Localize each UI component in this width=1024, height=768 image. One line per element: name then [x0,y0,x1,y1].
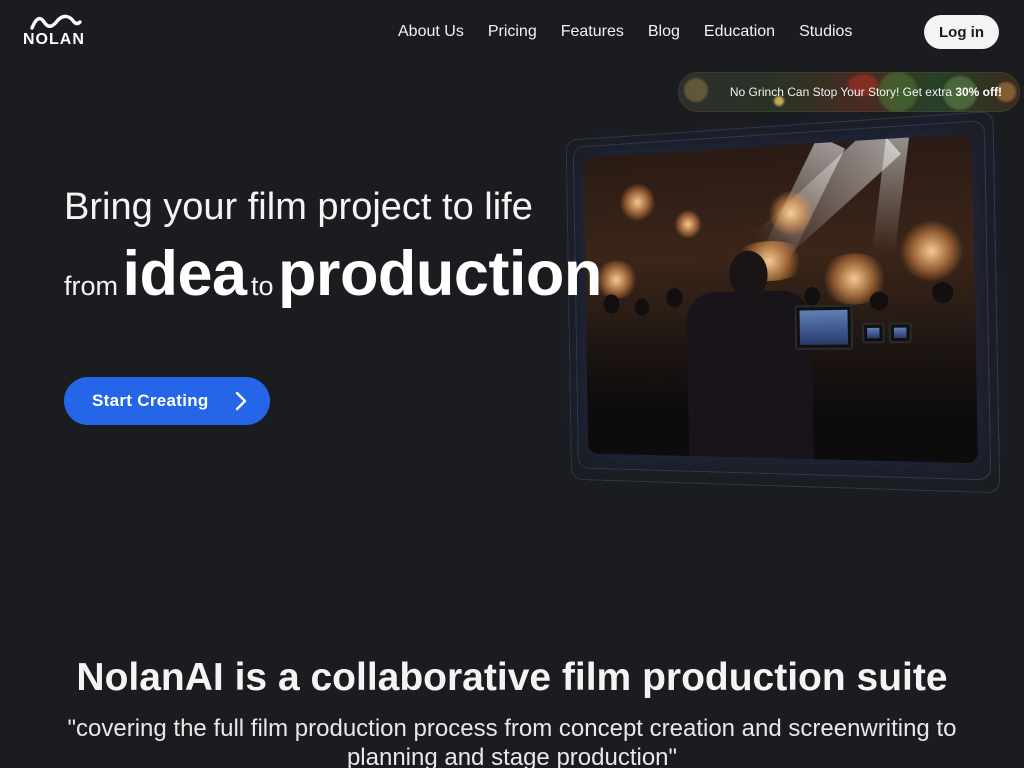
section-subtitle: "covering the full film production proce… [67,715,957,768]
monitor-screen [867,327,880,339]
crowd-head [869,291,889,311]
tagline-production: production [277,239,602,309]
hero-image-frame [548,110,1001,494]
login-button[interactable]: Log in [924,15,999,49]
nolan-logo[interactable]: NOLAN [22,14,92,50]
chevron-right-icon [235,391,247,411]
monitor-screen [893,327,907,339]
promo-text: No Grinch Can Stop Your Story! Get extra… [729,85,1002,99]
crowd-head [666,287,683,308]
promo-bokeh [684,78,708,102]
nav-blog[interactable]: Blog [648,21,680,43]
hero-image [583,133,979,464]
chandelier-light [673,209,703,240]
tagline-from: from [64,271,118,301]
wave-logo-icon [30,14,82,30]
nav-education[interactable]: Education [704,21,775,43]
nav-pricing[interactable]: Pricing [488,21,537,43]
monitor-screen [799,309,849,345]
promo-banner[interactable]: No Grinch Can Stop Your Story! Get extra… [678,72,1020,112]
video-monitor [888,322,912,344]
crowd-head [931,281,954,304]
start-creating-button[interactable]: Start Creating [64,377,270,425]
video-monitor [794,304,854,350]
hero-headline: Bring your film project to life [64,186,533,228]
chandelier-light [619,182,656,223]
tagline-to: to [250,271,274,301]
crowd-head [603,294,620,314]
video-monitor [861,322,885,344]
promo-highlight: 30% off! [955,85,1002,99]
stage-glow [899,218,964,284]
crowd-head [804,286,821,306]
tagline-idea: idea [122,239,247,309]
nav-studios[interactable]: Studios [799,21,852,43]
hero-tagline: from idea to production [64,238,602,310]
page: NOLAN About Us Pricing Features Blog Edu… [0,0,1024,768]
section-title: NolanAI is a collaborative film producti… [76,656,948,699]
brand-name: NOLAN [23,31,85,48]
nav-about-us[interactable]: About Us [398,21,464,43]
nav-features[interactable]: Features [561,21,624,43]
main-nav: About Us Pricing Features Blog Education… [398,21,876,43]
crowd-head [634,298,650,316]
start-creating-label: Start Creating [92,391,209,410]
